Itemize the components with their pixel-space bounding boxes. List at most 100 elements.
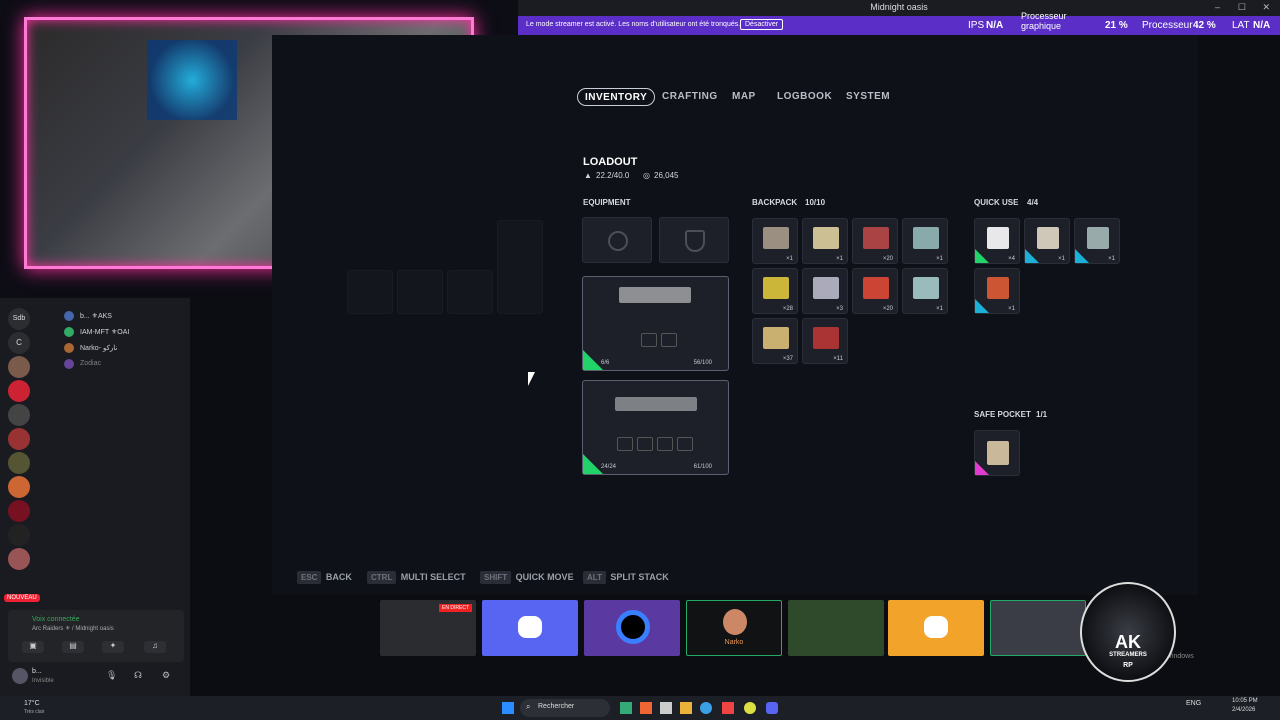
disable-streamer-mode-button[interactable]: Désactiver	[740, 19, 784, 30]
server-icon[interactable]	[8, 500, 30, 522]
server-icon[interactable]	[8, 548, 30, 570]
logo-rp: RP	[1123, 662, 1133, 669]
augment-slot[interactable]	[582, 217, 652, 263]
safe-pocket-slot[interactable]	[974, 430, 1020, 476]
quick-use-item[interactable]: ×1	[1024, 218, 1070, 264]
shield-slot[interactable]	[659, 217, 729, 263]
item-quantity: ×20	[882, 306, 893, 312]
backpack-item[interactable]: ×28	[752, 268, 798, 314]
tab-crafting[interactable]: CRAFTING	[655, 88, 725, 106]
ips-label: IPS	[968, 20, 985, 31]
microphone-icon[interactable]: 🎙	[106, 670, 117, 681]
backpack-item[interactable]: ×1	[802, 218, 848, 264]
app-icon[interactable]	[722, 702, 734, 714]
weather-temp[interactable]: 17°C	[24, 700, 40, 707]
folder-icon[interactable]	[680, 702, 692, 714]
backpack-item[interactable]: ×37	[752, 318, 798, 364]
thumb-discord[interactable]	[482, 600, 578, 656]
minimize-icon[interactable]: –	[1215, 2, 1220, 12]
search-label: Rechercher	[538, 703, 575, 710]
item-icon	[763, 327, 789, 349]
tab-inventory[interactable]: INVENTORY	[577, 88, 656, 106]
hint-quick-move[interactable]: SHIFT QUICK MOVE	[480, 567, 574, 585]
server-icon[interactable]	[8, 524, 30, 546]
window-title: Midnight oasis	[870, 2, 928, 12]
weapon-slot-1[interactable]: 6/6 56/100	[582, 276, 729, 371]
tab-logbook[interactable]: LOGBOOK	[770, 88, 839, 106]
quick-use-item[interactable]: ×1	[974, 268, 1020, 314]
user-name[interactable]: IAM-MFT ⚜OAI	[80, 328, 129, 336]
server-icon[interactable]	[8, 476, 30, 498]
backpack-item[interactable]: ×20	[852, 268, 898, 314]
tab-map[interactable]: MAP	[725, 88, 763, 106]
backpack-item[interactable]: ×3	[802, 268, 848, 314]
faded-slot	[497, 220, 543, 314]
search-box[interactable]: ⌕ Rechercher	[520, 699, 610, 717]
hint-split-stack-label: SPLIT STACK	[610, 572, 669, 582]
close-icon[interactable]: ✕	[1262, 2, 1270, 13]
server-icon[interactable]	[8, 452, 30, 474]
discord-taskbar-icon[interactable]	[766, 702, 778, 714]
server-icon[interactable]	[8, 404, 30, 426]
camera-button[interactable]: ▣	[22, 641, 44, 653]
clock-time[interactable]: 10:05 PM	[1232, 698, 1258, 704]
start-icon[interactable]	[502, 702, 514, 714]
quick-use-item[interactable]: ×1	[1074, 218, 1120, 264]
item-quantity: ×28	[782, 306, 793, 312]
backpack-item[interactable]: ×11	[802, 318, 848, 364]
app-icon[interactable]	[620, 702, 632, 714]
thumb-discord-orange[interactable]	[888, 600, 984, 656]
server-icon[interactable]	[8, 428, 30, 450]
item-icon	[913, 277, 939, 299]
chrome-icon[interactable]	[744, 702, 756, 714]
settings-gear-icon[interactable]: ⚙	[162, 670, 170, 681]
headphones-icon[interactable]: ☊	[134, 670, 142, 681]
loadout-title: LOADOUT	[583, 156, 638, 168]
item-icon	[987, 441, 1009, 465]
pc-lights	[147, 40, 237, 120]
gpu-value: 21 %	[1105, 20, 1128, 31]
user-avatar	[64, 327, 74, 337]
maximize-icon[interactable]: ☐	[1238, 2, 1246, 13]
thumb-live-game[interactable]: EN DIRECT	[380, 600, 476, 656]
server-icon[interactable]	[8, 380, 30, 402]
screen-share-button[interactable]: ▤	[62, 641, 84, 653]
app-icon[interactable]	[660, 702, 672, 714]
thumb-portal[interactable]	[584, 600, 680, 656]
activities-button[interactable]: ✦	[102, 641, 124, 653]
shift-key: SHIFT	[480, 571, 512, 584]
equipment-title: EQUIPMENT	[583, 198, 631, 207]
shield-icon	[685, 230, 705, 252]
backpack-item[interactable]: ×1	[902, 268, 948, 314]
backpack-item[interactable]: ×20	[852, 218, 898, 264]
user-name[interactable]: Narko- نارکو	[80, 344, 117, 352]
thumb-character[interactable]	[788, 600, 884, 656]
user-name[interactable]: b... ⚜AKS	[80, 312, 112, 320]
language[interactable]: ENG	[1186, 700, 1201, 707]
hint-split-stack[interactable]: ALT SPLIT STACK	[583, 567, 669, 585]
weapon1-ammo: 6/6	[601, 360, 610, 366]
coin-icon: ◎	[643, 171, 650, 180]
tab-system[interactable]: SYSTEM	[839, 88, 897, 106]
quick-use-item[interactable]: ×4	[974, 218, 1020, 264]
browser-icon[interactable]	[700, 702, 712, 714]
voice-status: Voix connectée	[32, 616, 80, 623]
app-icon[interactable]	[640, 702, 652, 714]
thumb-narko[interactable]: Narko	[686, 600, 782, 656]
server-icon-sdb[interactable]: Sdb	[8, 308, 30, 330]
backpack-item[interactable]: ×1	[902, 218, 948, 264]
hint-multi-select[interactable]: CTRL MULTI SELECT	[367, 567, 466, 585]
user-name[interactable]: Zodiac	[80, 360, 101, 367]
quick-use-count: 4/4	[1027, 198, 1039, 207]
user-avatar	[64, 343, 74, 353]
soundboard-button[interactable]: ♫	[144, 641, 166, 653]
server-icon[interactable]	[8, 356, 30, 378]
server-icon-c[interactable]: C	[8, 332, 30, 354]
backpack-item[interactable]: ×1	[752, 218, 798, 264]
my-avatar[interactable]	[12, 668, 28, 684]
logo-text: AK	[1115, 632, 1141, 652]
thumb-user[interactable]	[990, 600, 1086, 656]
hint-back[interactable]: ESC BACK	[297, 567, 352, 585]
search-icon: ⌕	[526, 702, 531, 711]
weapon-slot-2[interactable]: 24/24 61/100	[582, 380, 729, 475]
